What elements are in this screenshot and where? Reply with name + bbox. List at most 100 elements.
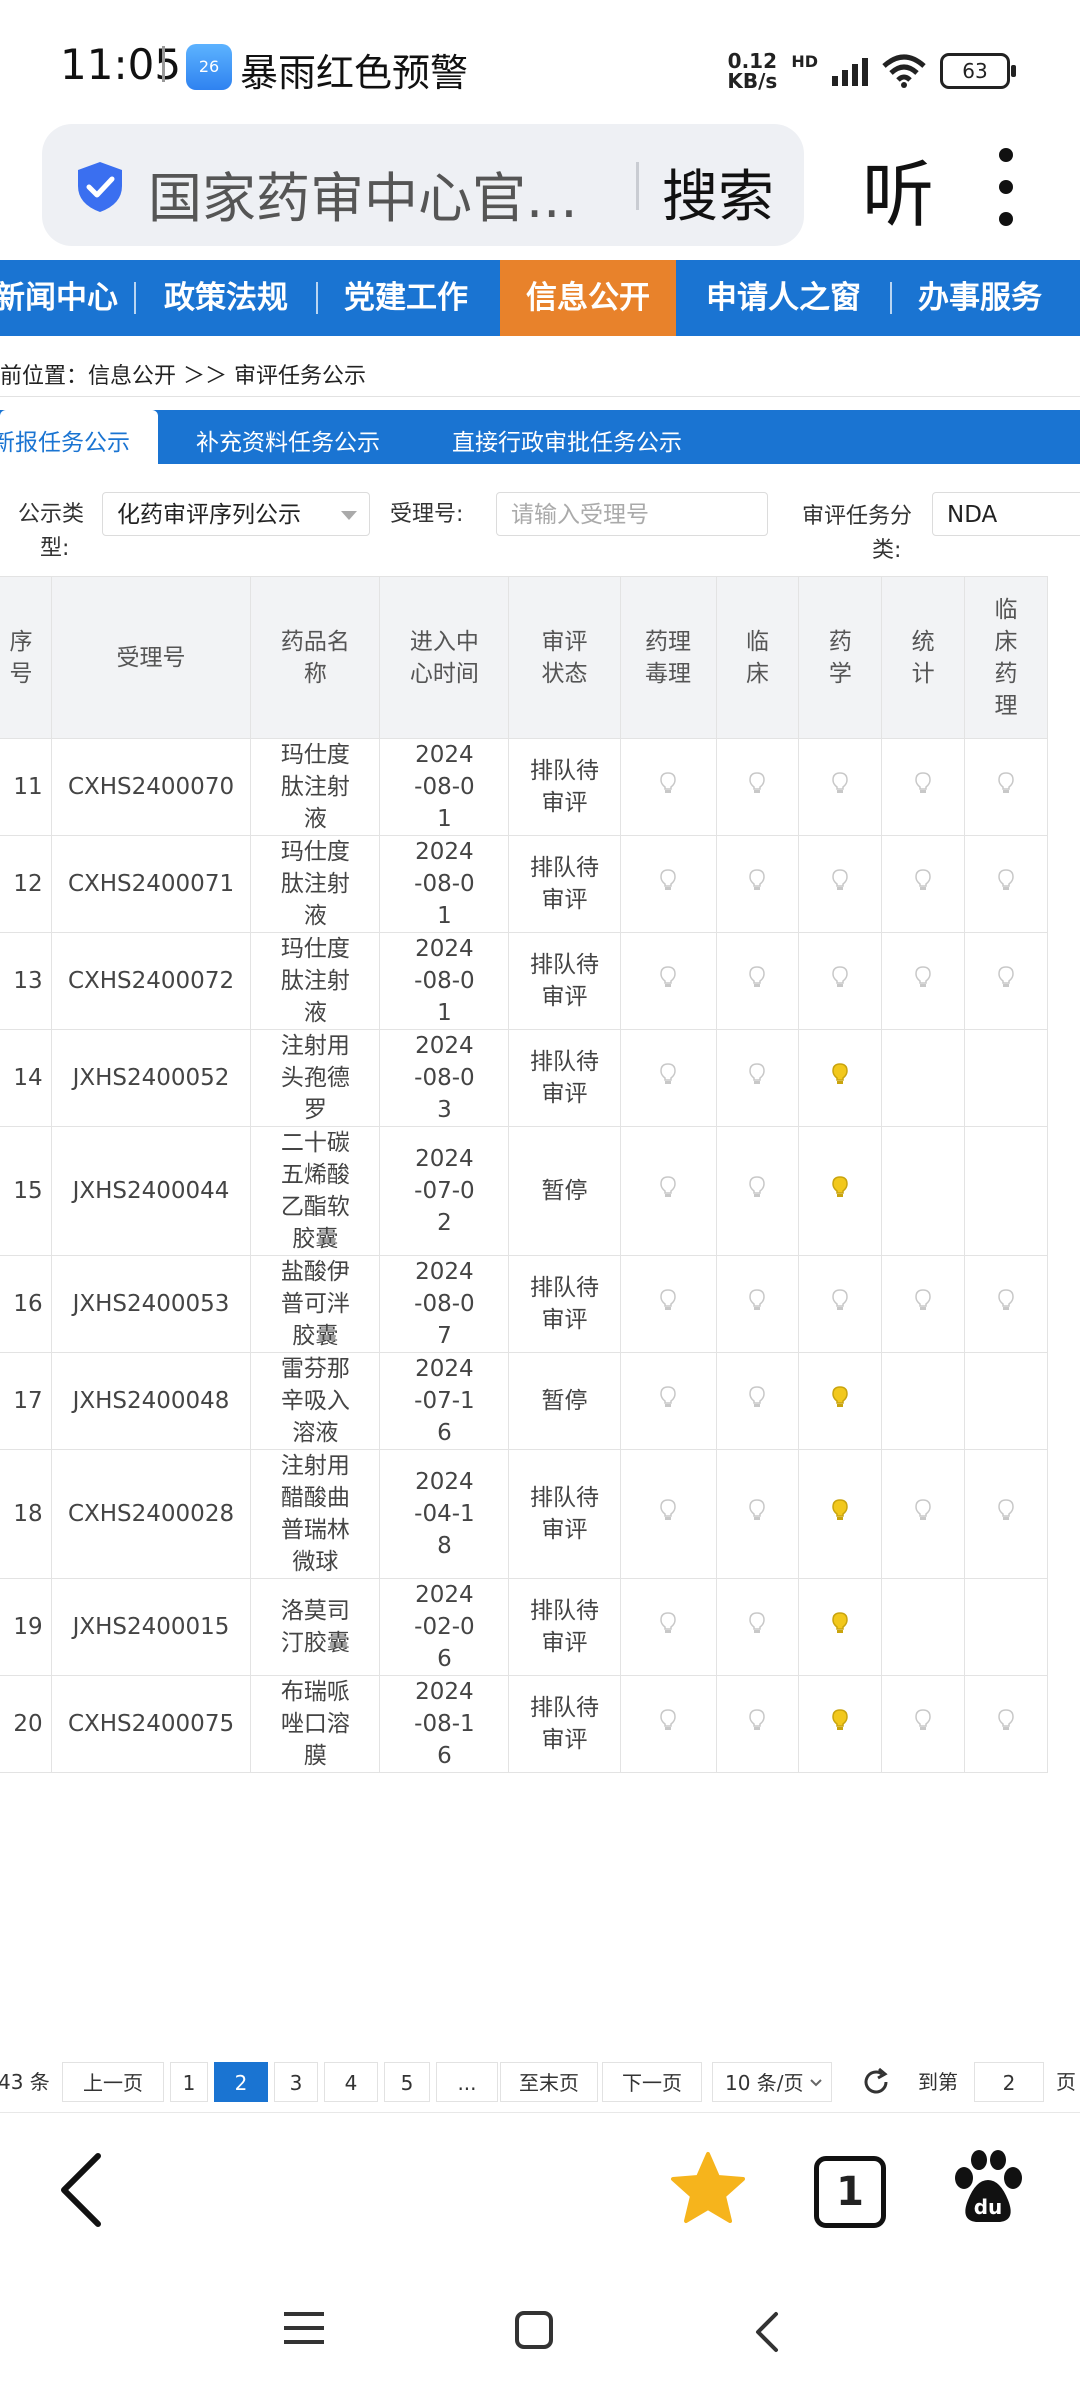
table-row: 13 CXHS2400072 玛仕度肽注射液 2024-08-01 排队待审评 — [0, 932, 1048, 1030]
table-cell-status: 排队待审评 — [508, 835, 621, 933]
divider — [316, 282, 318, 314]
table-cell-review-status — [619, 932, 717, 1030]
table-cell-seq: 15 — [0, 1126, 52, 1256]
category-select[interactable]: NDA — [932, 492, 1080, 536]
col-header-clin-pharm: 临床药理 — [964, 576, 1048, 739]
lightbulb-off-icon — [749, 772, 766, 794]
lightbulb-on-icon — [832, 1386, 849, 1408]
table-cell-date: 2024-08-03 — [379, 1029, 510, 1127]
table-cell-status: 暂停 — [508, 1352, 621, 1450]
tab-direct-approval[interactable]: 直接行政审批任务公示 — [452, 410, 682, 464]
signal-icon — [832, 56, 868, 86]
page-size-select[interactable]: 10 条/页 — [712, 2062, 832, 2102]
lightbulb-off-icon — [832, 869, 849, 891]
refresh-icon[interactable] — [860, 2066, 892, 2098]
table-cell-review-status — [619, 1449, 717, 1579]
pagination: 43 条 上一页 1 2 3 4 5 ... 至末页 下一页 10 条/页 到第… — [0, 2062, 1080, 2106]
back-nav-icon[interactable] — [752, 2310, 782, 2354]
table-cell-seq: 19 — [0, 1578, 52, 1676]
nav-item-news[interactable]: 新闻中心 — [0, 260, 118, 336]
last-page-button[interactable]: 至末页 — [500, 2062, 598, 2102]
table-cell-accept-no: CXHS2400075 — [50, 1675, 252, 1773]
table-row: 15 JXHS2400044 二十碳五烯酸乙酯软胶囊 2024-07-02 暂停 — [0, 1126, 1048, 1256]
lightbulb-off-icon — [660, 869, 676, 891]
page-5-button[interactable]: 5 — [384, 2062, 430, 2102]
page-3-button[interactable]: 3 — [274, 2062, 318, 2102]
lightbulb-off-icon — [749, 1386, 766, 1408]
table-cell-date: 2024-08-16 — [379, 1675, 510, 1773]
lightbulb-off-icon — [749, 869, 766, 891]
tabs-count-button[interactable]: 1 — [814, 2156, 886, 2228]
lightbulb-off-icon — [998, 869, 1014, 891]
col-header-pharmacy: 药学 — [798, 576, 883, 739]
lightbulb-off-icon — [660, 966, 676, 988]
table-cell-review-status — [798, 1255, 883, 1353]
page-1-button[interactable]: 1 — [170, 2062, 208, 2102]
table-cell-review-status — [715, 835, 800, 933]
site-navigation: 新闻中心 政策法规 党建工作 信息公开 申请人之窗 办事服务 — [0, 260, 1080, 336]
listen-button[interactable]: 听 — [862, 136, 934, 241]
table-cell-drug: 玛仕度肽注射液 — [250, 738, 381, 836]
nav-item-party[interactable]: 党建工作 — [344, 260, 468, 336]
tab-new-report[interactable]: 新报任务公示 — [0, 410, 158, 466]
more-menu-icon[interactable] — [996, 148, 1016, 228]
divider — [0, 2112, 1080, 2113]
type-select[interactable]: 化药审评序列公示 — [102, 492, 370, 536]
address-bar[interactable]: 国家药审中心官... 搜索 — [42, 124, 804, 246]
lightbulb-off-icon — [915, 966, 931, 988]
next-page-button[interactable]: 下一页 — [602, 2062, 702, 2102]
table-cell-review-status — [881, 1255, 966, 1353]
hd-indicator: HD — [791, 51, 818, 71]
table-cell-status: 排队待审评 — [508, 1578, 621, 1676]
table-cell-review-status — [881, 1352, 966, 1450]
table-cell-date: 2024-04-18 — [379, 1449, 510, 1579]
lightbulb-off-icon — [749, 1499, 766, 1521]
table-cell-review-status — [798, 835, 883, 933]
divider — [636, 162, 639, 210]
goto-page-input[interactable]: 2 — [974, 2062, 1044, 2102]
nav-item-policy[interactable]: 政策法规 — [164, 260, 288, 336]
status-icons: 0.12 KB/s HD 63 — [727, 46, 1016, 96]
prev-page-button[interactable]: 上一页 — [62, 2062, 164, 2102]
table-cell-review-status — [619, 1352, 717, 1450]
table-cell-date: 2024-08-01 — [379, 738, 510, 836]
table-cell-review-status — [881, 1029, 966, 1127]
lightbulb-off-icon — [832, 772, 849, 794]
tab-bar: 新报任务公示 补充资料任务公示 直接行政审批任务公示 — [0, 410, 1080, 466]
table-cell-date: 2024-07-02 — [379, 1126, 510, 1256]
nav-item-info-public[interactable]: 信息公开 — [500, 260, 676, 336]
back-icon[interactable] — [56, 2150, 106, 2230]
lightbulb-off-icon — [749, 1289, 766, 1311]
lightbulb-off-icon — [832, 1289, 849, 1311]
table-cell-drug: 洛莫司汀胶囊 — [250, 1578, 381, 1676]
lightbulb-off-icon — [660, 1176, 676, 1198]
url-text[interactable]: 国家药审中心官... — [148, 154, 648, 233]
table-cell-drug: 布瑞哌唑口溶膜 — [250, 1675, 381, 1773]
menu-icon[interactable] — [284, 2310, 324, 2346]
status-bar: 11:05 26 暴雨红色预警 0.12 KB/s HD 63 — [0, 0, 1080, 120]
col-header-pharm-tox: 药理毒理 — [619, 576, 717, 739]
search-button[interactable]: 搜索 — [662, 152, 774, 233]
table-cell-review-status — [798, 738, 883, 836]
accept-no-input[interactable]: 请输入受理号 — [496, 492, 768, 536]
home-icon[interactable] — [514, 2310, 554, 2350]
table-cell-review-status — [715, 1352, 800, 1450]
page-4-button[interactable]: 4 — [324, 2062, 378, 2102]
divider — [162, 46, 165, 82]
table-cell-drug: 玛仕度肽注射液 — [250, 932, 381, 1030]
table-cell-review-status — [881, 1126, 966, 1256]
ellipsis-button[interactable]: ... — [436, 2062, 498, 2102]
tab-supplement[interactable]: 补充资料任务公示 — [196, 410, 380, 464]
nav-item-applicant[interactable]: 申请人之窗 — [706, 260, 861, 336]
table-cell-drug: 盐酸伊普可泮胶囊 — [250, 1255, 381, 1353]
lightbulb-off-icon — [915, 1499, 931, 1521]
favorite-star-icon[interactable] — [670, 2150, 746, 2226]
nav-item-services[interactable]: 办事服务 — [918, 260, 1042, 336]
page-2-button[interactable]: 2 — [214, 2062, 268, 2102]
baidu-paw-icon[interactable]: du — [952, 2150, 1024, 2226]
lightbulb-on-icon — [832, 1709, 849, 1731]
goto-label: 到第 — [918, 2070, 958, 2094]
svg-text:du: du — [974, 2195, 1003, 2219]
table-cell-drug: 雷芬那辛吸入溶液 — [250, 1352, 381, 1450]
table-cell-review-status — [715, 1029, 800, 1127]
